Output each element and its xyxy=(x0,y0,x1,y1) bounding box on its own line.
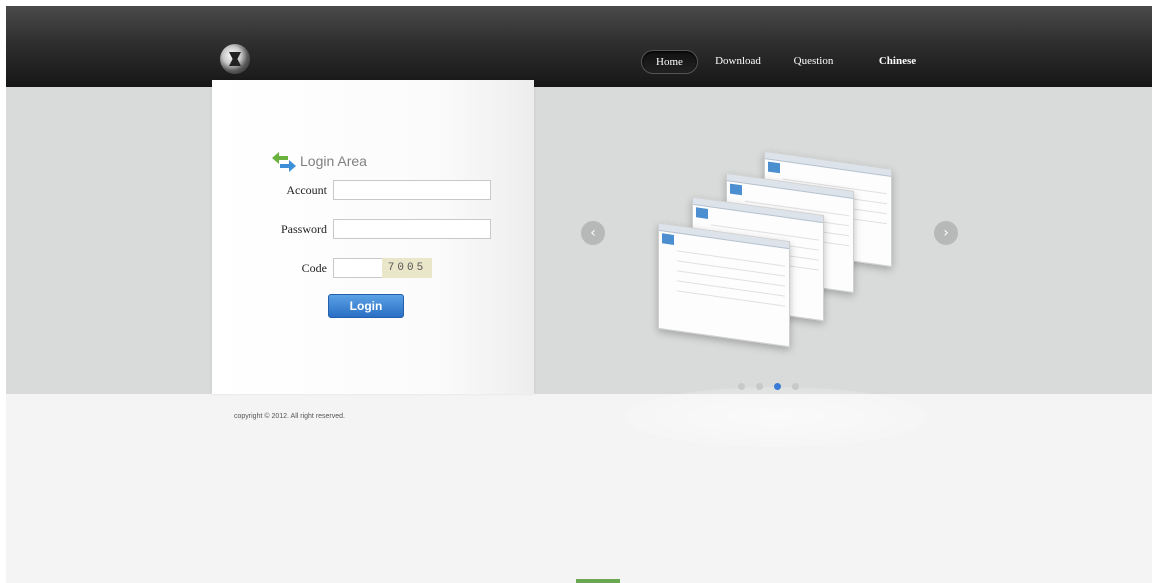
password-input[interactable] xyxy=(333,219,491,239)
screenshot-preview-1 xyxy=(658,222,790,348)
code-label: Code xyxy=(301,261,327,275)
account-label: Account xyxy=(286,183,327,197)
password-label: Password xyxy=(280,222,327,236)
login-button[interactable]: Login xyxy=(328,294,404,318)
login-title: Login Area xyxy=(300,153,367,169)
site-logo-icon[interactable] xyxy=(220,44,250,74)
login-panel: Login Area Account Password Code 7005 Lo… xyxy=(212,80,534,394)
nav-question[interactable]: Question xyxy=(786,50,841,72)
carousel-prev-button[interactable]: ‹ xyxy=(581,221,605,245)
carousel-dots xyxy=(738,377,806,395)
chevron-left-icon: ‹ xyxy=(590,225,596,241)
carousel-dot-2[interactable] xyxy=(756,383,763,390)
carousel-dot-1[interactable] xyxy=(738,383,745,390)
top-header: Home Download Question Chinese xyxy=(6,6,1152,87)
feedback-tab[interactable] xyxy=(576,579,620,583)
carousel-dot-4[interactable] xyxy=(792,383,799,390)
nav-chinese[interactable]: Chinese xyxy=(870,50,925,72)
hero-band xyxy=(6,87,1152,447)
page-frame: Home Download Question Chinese Login Are… xyxy=(6,6,1152,583)
nav-home[interactable]: Home xyxy=(641,50,698,74)
chevron-right-icon: › xyxy=(943,225,949,241)
slide-reflection xyxy=(626,387,926,447)
captcha-image[interactable]: 7005 xyxy=(382,258,432,278)
account-input[interactable] xyxy=(333,180,491,200)
copyright-text: copyright © 2012. All right reserved. xyxy=(234,413,345,420)
code-input[interactable] xyxy=(333,258,389,278)
swap-arrows-icon xyxy=(272,152,296,172)
carousel-slide xyxy=(646,151,906,348)
nav-download[interactable]: Download xyxy=(708,50,768,72)
carousel-next-button[interactable]: › xyxy=(934,221,958,245)
carousel-dot-3[interactable] xyxy=(774,383,781,390)
